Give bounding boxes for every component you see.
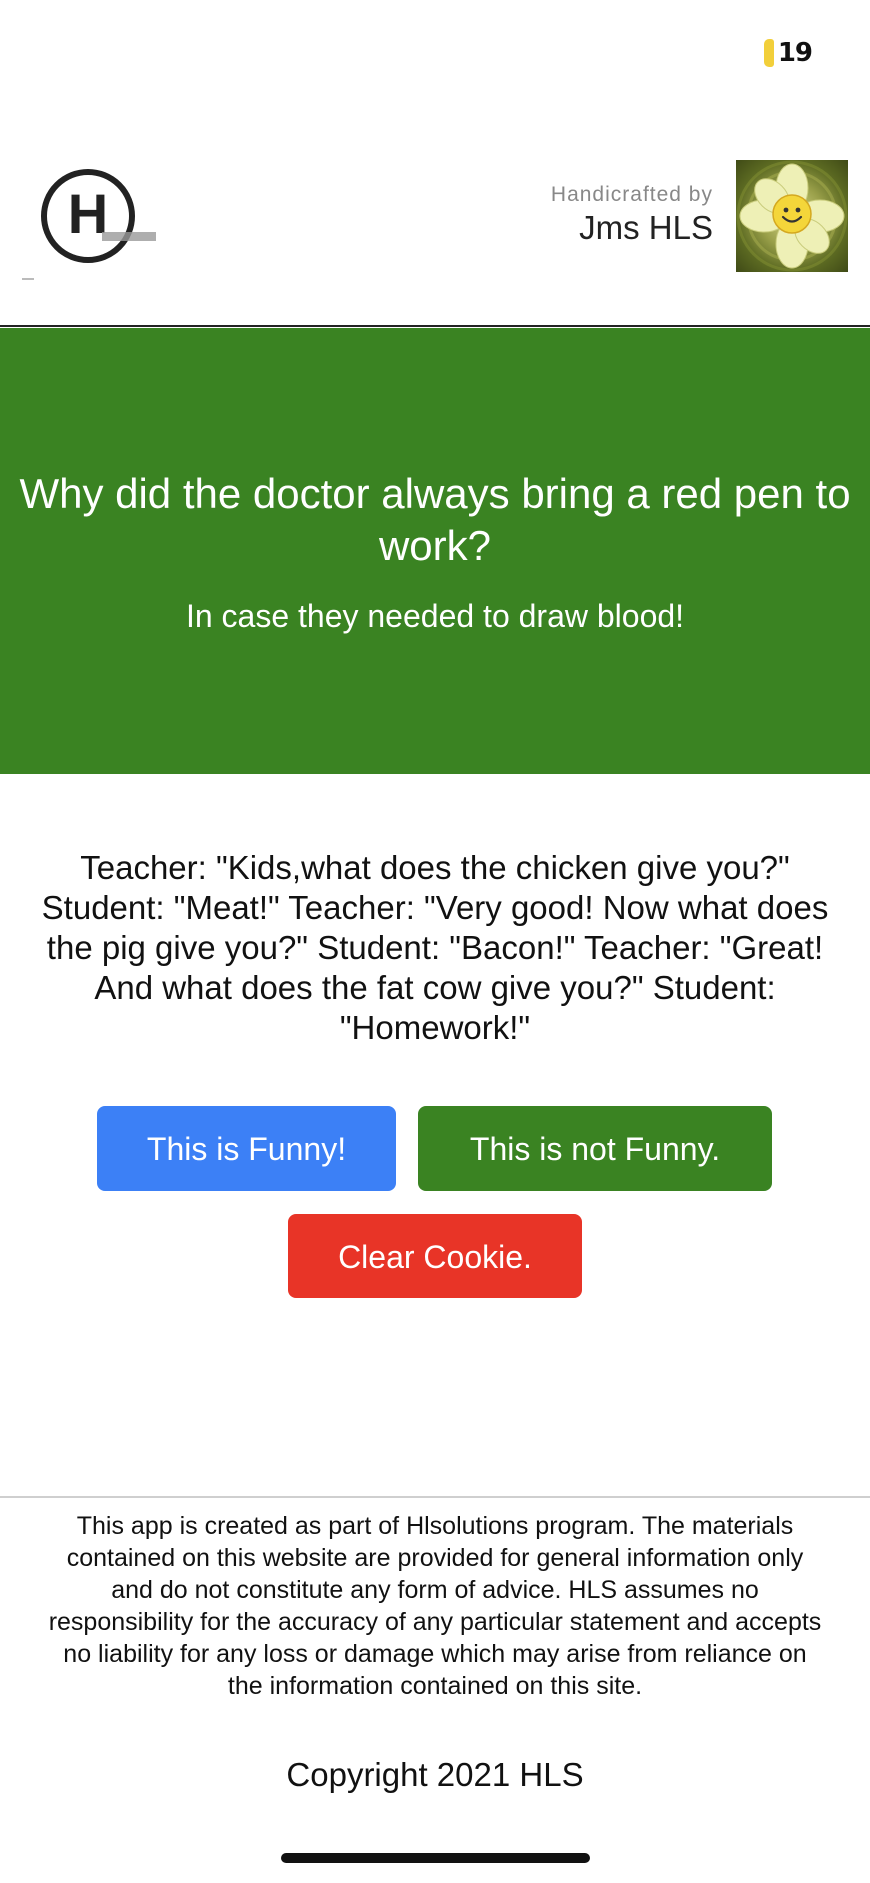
featured-joke-answer: In case they needed to draw blood!: [185, 598, 685, 634]
footer-divider: [0, 1496, 870, 1498]
status-bar: 19: [763, 38, 813, 68]
author-avatar[interactable]: [736, 160, 848, 272]
logo-underline: [22, 278, 34, 280]
not-funny-button[interactable]: This is not Funny.: [418, 1106, 772, 1191]
joke-text: Teacher: "Kids,what does the chicken giv…: [41, 849, 829, 1046]
app-header: H Handicrafted by Jms HLS: [0, 150, 870, 327]
author-credit: Handicrafted by Jms HLS: [551, 182, 713, 248]
funny-button[interactable]: This is Funny!: [97, 1106, 396, 1191]
footer-disclaimer: This app is created as part of Hlsolutio…: [48, 1512, 822, 1700]
smiling-daffodil-icon: [736, 160, 848, 272]
battery-level: 19: [777, 38, 813, 68]
home-indicator[interactable]: [281, 1853, 590, 1863]
credit-name: Jms HLS: [579, 209, 713, 246]
copyright-text: Copyright 2021 HLS: [286, 1756, 584, 1793]
credit-label: Handicrafted by: [550, 183, 713, 206]
featured-joke-banner: Why did the doctor always bring a red pe…: [0, 328, 870, 774]
hls-logo[interactable]: H: [40, 168, 160, 268]
clear-cookie-button[interactable]: Clear Cookie.: [288, 1214, 582, 1298]
hls-logo-icon: H: [41, 169, 156, 263]
battery-icon: [763, 39, 774, 67]
featured-joke-question: Why did the doctor always bring a red pe…: [19, 470, 851, 569]
